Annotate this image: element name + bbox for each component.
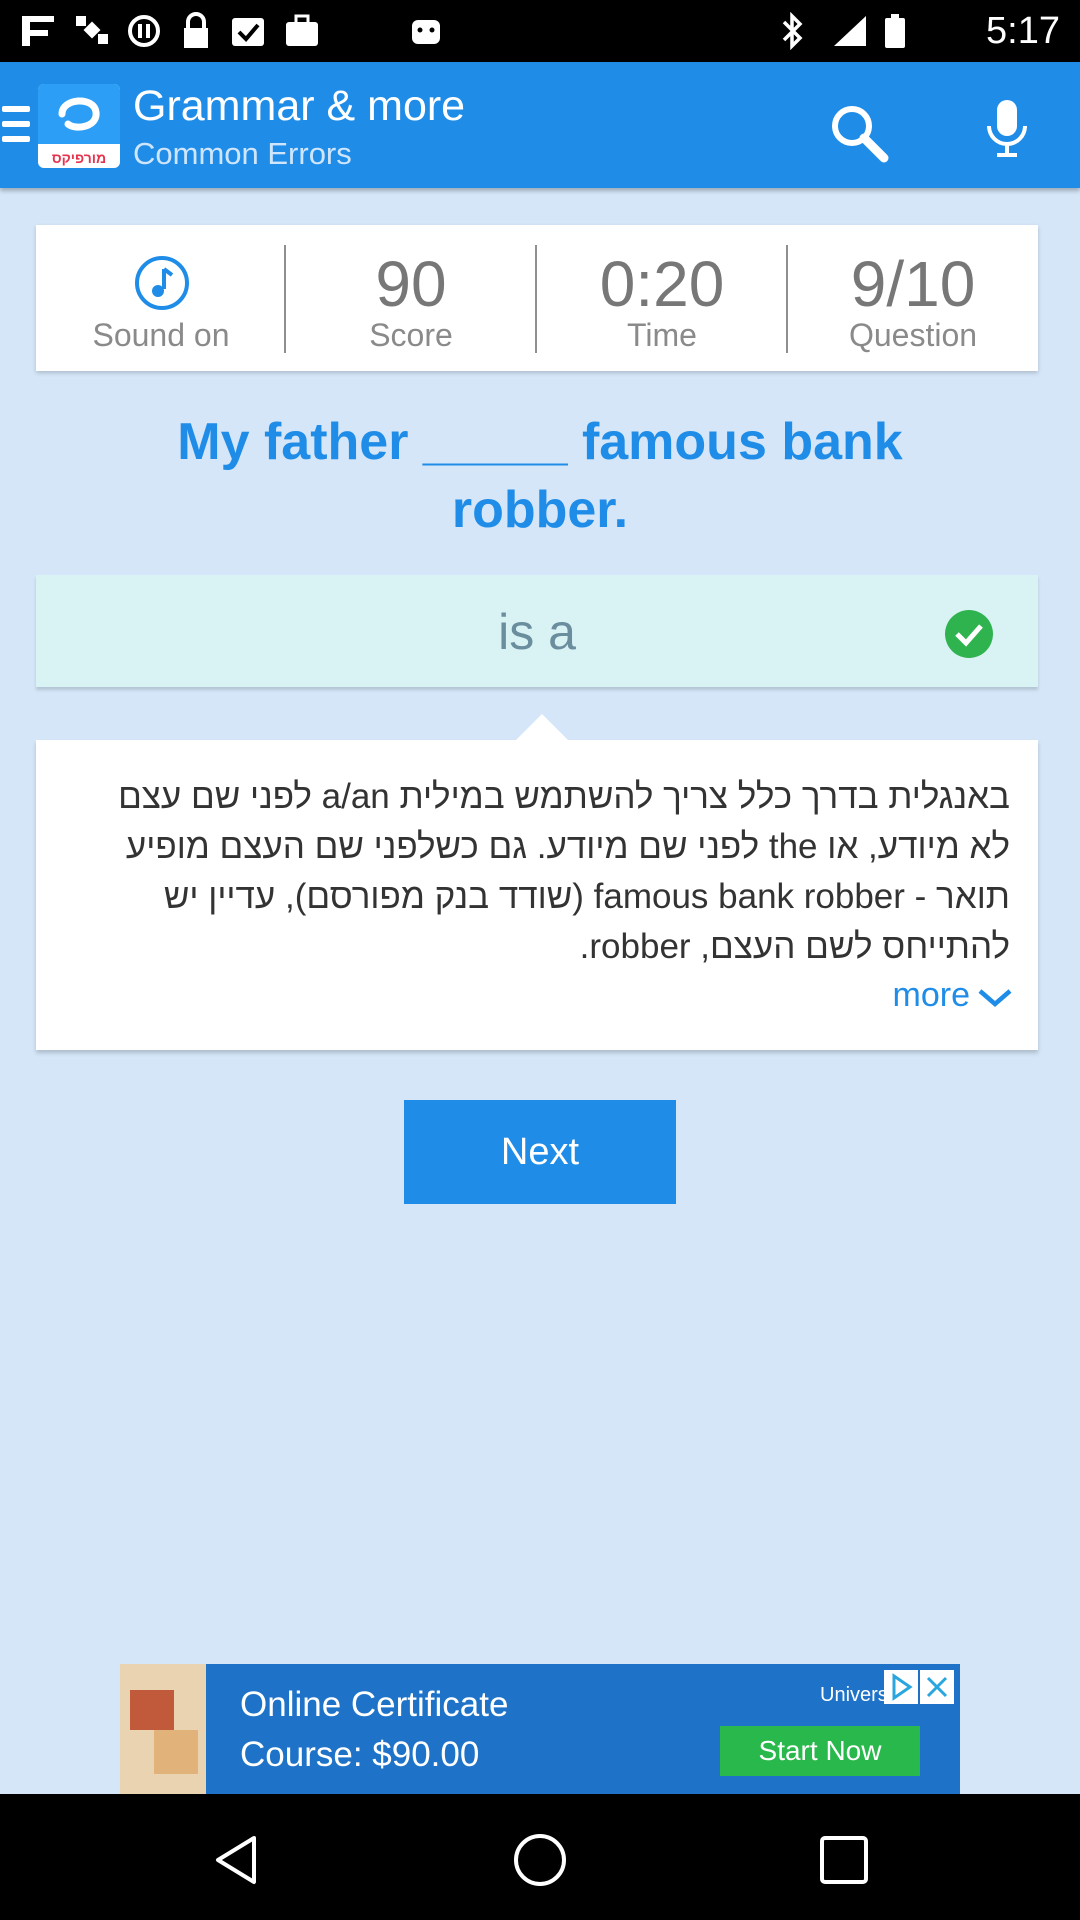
next-button[interactable]: Next [404,1100,676,1204]
menu-icon[interactable] [2,106,32,146]
logo-text: מורפיקס [51,150,107,166]
microphone-icon[interactable] [985,98,1029,160]
adchoices-icon[interactable] [884,1670,918,1704]
explanation-pointer [514,714,570,742]
checkbox-icon [232,18,264,46]
home-icon[interactable] [512,1832,568,1888]
android-icon [412,20,440,44]
answer-option-selected[interactable]: is a [36,575,1038,687]
sound-toggle[interactable]: Sound on [36,225,286,371]
question-stat: 9/10 Question [788,225,1038,371]
navigation-bar [0,1794,1080,1920]
score-stat: 90 Score [286,225,536,371]
more-link[interactable]: more [893,976,1014,1015]
search-icon[interactable] [826,100,890,164]
question-label: Question [848,317,978,353]
app-logo[interactable]: מורפיקס [38,84,120,168]
more-label: more [892,976,970,1014]
ad-image [120,1664,206,1794]
time-value: 0:20 [599,248,725,320]
question-value: 9/10 [850,248,976,320]
explanation-text: באנגלית בדרך כלל צריך להשתמש במילית a/an… [118,777,1010,966]
lock-icon [184,12,208,48]
signal-icon [834,16,866,46]
app-title: Grammar & more [133,82,466,130]
close-icon[interactable] [920,1670,954,1704]
bluetooth-icon [782,12,803,50]
fake-gps-icon [22,16,54,46]
ad-headline-line1: Online Certificate [240,1685,509,1724]
recents-icon[interactable] [816,1832,872,1888]
score-value: 90 [375,248,447,320]
explanation-card: באנגלית בדרך כלל צריך להשתמש במילית a/an… [36,740,1038,1050]
back-icon[interactable] [210,1832,266,1888]
sound-label: Sound on [92,317,230,353]
ad-start-now-button[interactable]: Start Now [720,1726,920,1776]
ad-headline: Online Certificate Course: $90.00 [240,1680,508,1780]
time-label: Time [627,317,697,353]
circle-icon [128,15,160,47]
status-bar: 5:17 [0,0,1080,62]
time-stat: 0:20 Time [537,225,787,371]
ad-banner[interactable]: Online Certificate Course: $90.00 Univer… [120,1664,960,1794]
briefcase-icon [286,14,318,46]
chevron-down-icon [978,989,1012,1007]
check-circle-icon [945,610,993,658]
stats-card: Sound on 90 Score 0:20 Time 9/10 Questio… [36,225,1038,371]
music-note-icon [135,256,189,310]
app-subtitle: Common Errors [133,136,352,171]
logo-mark-icon [58,97,100,131]
battery-icon [885,14,905,48]
app-bar: מורפיקס Grammar & more Common Errors [0,62,1080,188]
score-label: Score [369,317,453,353]
satellite-icon [76,16,108,44]
answer-text: is a [498,604,576,660]
status-time: 5:17 [986,10,1060,52]
ad-headline-line2: Course: $90.00 [240,1735,480,1774]
question-text: My father _____ famous bank robber. [177,413,903,539]
